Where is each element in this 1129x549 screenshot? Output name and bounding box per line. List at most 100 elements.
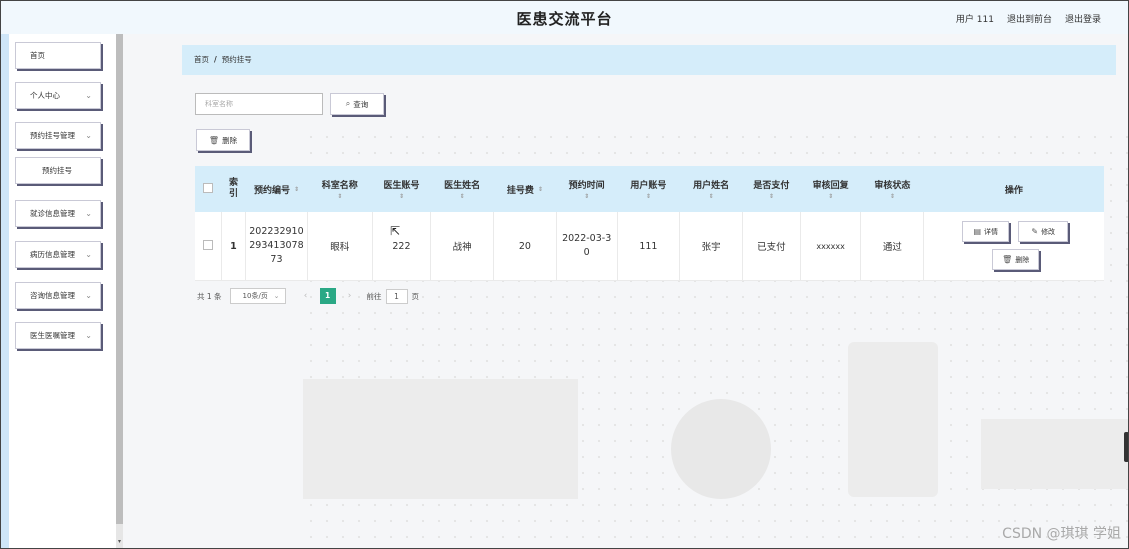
page-size-select[interactable]: 10条/页 ⌄ xyxy=(229,288,286,304)
sidebar-scrollbar-thumb[interactable] xyxy=(116,34,123,524)
next-page-icon[interactable]: › xyxy=(343,291,357,301)
row-checkbox[interactable] xyxy=(202,239,213,250)
col-fee[interactable]: 挂号费 ⇕ xyxy=(493,166,557,212)
page-number-current[interactable]: 1 xyxy=(319,288,336,304)
breadcrumb-current: 预约挂号 xyxy=(221,55,252,64)
edit-button[interactable]: ✎ 修改 xyxy=(1018,221,1069,242)
select-all-cell[interactable] xyxy=(195,166,222,212)
background-ring-shape xyxy=(671,399,771,499)
row-delete-button[interactable]: 🗑 删除 xyxy=(992,249,1040,270)
col-actions: 操作 xyxy=(923,166,1104,212)
search-icon: ⌕ xyxy=(345,99,351,108)
chevron-down-icon: ⌄ xyxy=(85,131,92,140)
breadcrumb-home[interactable]: 首页 xyxy=(194,55,209,64)
department-search-input[interactable] xyxy=(195,93,323,115)
col-paid[interactable]: 是否支付 ⇕ xyxy=(742,166,801,212)
sidebar-item-label: 咨询信息管理 xyxy=(30,291,75,300)
prev-page-icon[interactable]: ‹ xyxy=(299,291,313,301)
sidebar-item-doctor-orders[interactable]: 医生医嘱管理 ⌄ xyxy=(15,322,101,349)
col-time[interactable]: 预约时间 ⇕ xyxy=(556,166,618,212)
sort-icon[interactable]: ⇕ xyxy=(743,193,801,200)
background-cylinder-shape xyxy=(848,342,938,497)
chevron-down-icon: ⌄ xyxy=(85,91,92,100)
chevron-down-icon: ⌄ xyxy=(85,331,92,340)
pagination-total: 共 1 条 xyxy=(197,291,222,301)
trash-icon: 🗑 xyxy=(208,135,220,145)
col-user-name[interactable]: 用户姓名 ⇕ xyxy=(679,166,743,212)
sidebar-item-label: 个人中心 xyxy=(30,91,60,100)
scroll-down-icon[interactable]: ▾ xyxy=(116,536,123,547)
sort-icon[interactable]: ⇕ xyxy=(617,193,680,200)
sort-icon[interactable]: ⇕ xyxy=(538,186,543,193)
sidebar-item-label: 医生医嘱管理 xyxy=(30,331,75,340)
sort-icon[interactable]: ⇕ xyxy=(431,193,494,200)
col-index: 索引 xyxy=(221,166,246,212)
booking-table: 索引 预约编号 ⇕ 科室名称 ⇕ 医生账号 ⇕ 医生姓名 ⇕ 挂号费 ⇕ 预约时间 ⇕ 用户… xyxy=(195,166,1104,281)
cell-actions: ▤ 详情 ✎ 修改 🗑 删除 xyxy=(923,212,1104,281)
breadcrumb-separator: / xyxy=(214,55,217,64)
sort-icon[interactable]: ⇕ xyxy=(861,193,924,200)
side-drawer-handle[interactable] xyxy=(1124,432,1129,462)
col-status[interactable]: 审核状态 ⇕ xyxy=(860,166,924,212)
breadcrumb: 首页 / 预约挂号 xyxy=(182,45,1116,75)
batch-delete-button[interactable]: 🗑 删除 xyxy=(196,129,250,151)
cell-fee: 20 xyxy=(493,212,557,281)
cell-index: 1 xyxy=(221,212,247,281)
row-actions: ▤ 详情 ✎ 修改 🗑 删除 xyxy=(926,212,1102,280)
mouse-cursor-icon: ⇱ xyxy=(390,224,401,238)
edit-icon: ✎ xyxy=(1031,227,1039,236)
user-label: 用户 111 xyxy=(955,15,994,25)
sidebar-item-label: 预约挂号 xyxy=(42,166,72,175)
sidebar-item-medical-records[interactable]: 病历信息管理 ⌄ xyxy=(15,241,101,268)
goto-page-suffix: 页 xyxy=(411,291,420,301)
cell-booking-no: 20223291029341307873 xyxy=(245,212,308,281)
sort-icon[interactable]: ⇕ xyxy=(800,193,861,200)
col-user-account[interactable]: 用户账号 ⇕ xyxy=(617,166,680,212)
chevron-down-icon: ⌄ xyxy=(85,291,92,300)
detail-button[interactable]: ▤ 详情 xyxy=(962,221,1010,242)
sidebar: 首页 个人中心 ⌄ 预约挂号管理 ⌄ 预约挂号 就诊信息管理 ⌄ 病历信息管理 … xyxy=(0,34,116,549)
sidebar-item-label: 预约挂号管理 xyxy=(30,131,75,140)
search-button[interactable]: ⌕ 查询 xyxy=(330,93,384,115)
sidebar-item-consultation[interactable]: 咨询信息管理 ⌄ xyxy=(15,282,101,309)
row-select-cell[interactable] xyxy=(195,212,222,281)
col-reply[interactable]: 审核回复 ⇕ xyxy=(800,166,861,212)
cell-paid: 已支付 xyxy=(742,212,801,281)
col-booking-no[interactable]: 预约编号 ⇕ xyxy=(245,166,308,212)
col-department[interactable]: 科室名称 ⇕ xyxy=(307,166,373,212)
cell-user-account: 111 xyxy=(617,212,681,281)
sort-icon[interactable]: ⇕ xyxy=(556,193,617,200)
sidebar-item-visit-info[interactable]: 就诊信息管理 ⌄ xyxy=(15,200,101,227)
sort-icon[interactable]: ⇕ xyxy=(307,193,372,200)
header-user-menu: 用户 111 退出到前台 退出登录 xyxy=(956,12,1101,25)
sidebar-item-booking-management[interactable]: 预约挂号管理 ⌄ xyxy=(15,122,101,149)
cell-doctor-account: 222 xyxy=(372,212,432,281)
cell-time: 2022-03-30 xyxy=(556,212,618,281)
table-header-row: 索引 预约编号 ⇕ 科室名称 ⇕ 医生账号 ⇕ 医生姓名 ⇕ 挂号费 ⇕ 预约时间 ⇕ 用户… xyxy=(195,166,1104,212)
select-all-checkbox[interactable] xyxy=(203,182,214,193)
col-doctor-account[interactable]: 医生账号 ⇕ xyxy=(372,166,431,212)
chevron-down-icon: ⌄ xyxy=(85,250,92,259)
cell-doctor-name: 战神 xyxy=(430,212,495,281)
background-box-shape xyxy=(303,379,578,499)
cell-reply: xxxxxx xyxy=(800,212,862,281)
sidebar-item-label: 首页 xyxy=(30,51,45,60)
goto-page-input[interactable]: 1 xyxy=(385,288,408,304)
sidebar-accent-strip xyxy=(0,34,9,549)
chevron-down-icon: ⌄ xyxy=(85,209,92,218)
sort-icon[interactable]: ⇕ xyxy=(680,193,743,200)
sidebar-item-personal-center[interactable]: 个人中心 ⌄ xyxy=(15,82,101,109)
sort-icon[interactable]: ⇕ xyxy=(294,186,299,193)
search-button-label: 查询 xyxy=(353,99,369,109)
back-to-front-link[interactable]: 退出到前台 xyxy=(1007,12,1052,25)
goto-label: 前往 xyxy=(366,291,382,301)
main-content: 首页 / 预约挂号 ⌕ 查询 🗑 删除 索引 预约编号⇕ 科室名称⇕ 医生账号⇕ 医… xyxy=(123,34,1129,549)
chevron-down-icon: ⌄ xyxy=(273,292,280,300)
detail-icon: ▤ xyxy=(973,227,981,236)
cell-status: 通过 xyxy=(860,212,925,281)
sidebar-item-booking[interactable]: 预约挂号 xyxy=(15,157,101,184)
col-doctor-name[interactable]: 医生姓名 ⇕ xyxy=(430,166,494,212)
logout-link[interactable]: 退出登录 xyxy=(1065,12,1101,25)
sidebar-item-home[interactable]: 首页 xyxy=(15,42,101,69)
sort-icon[interactable]: ⇕ xyxy=(372,193,431,200)
